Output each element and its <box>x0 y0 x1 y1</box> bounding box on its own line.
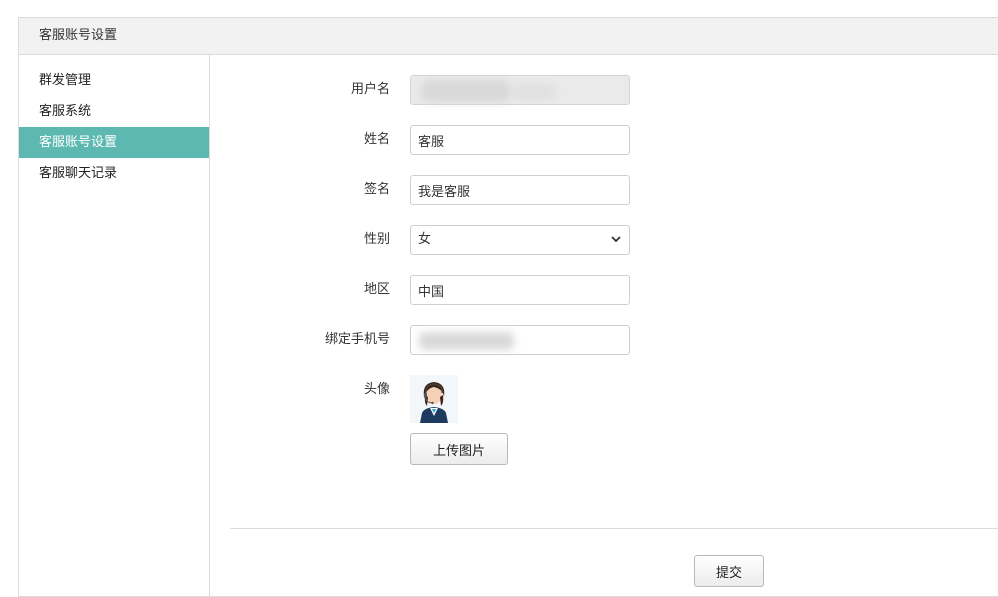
username-redaction <box>421 80 511 102</box>
sidebar: 群发管理 客服系统 客服账号设置 客服聊天记录 <box>19 55 210 596</box>
region-label: 地区 <box>363 282 390 297</box>
avatar-image <box>410 375 458 423</box>
settings-panel: 客服账号设置 群发管理 客服系统 客服账号设置 客服聊天记录 用户名 姓名 签名… <box>18 17 998 597</box>
region-input[interactable] <box>410 275 630 305</box>
form-divider <box>230 528 998 529</box>
sidebar-item-chat-history[interactable]: 客服聊天记录 <box>19 158 209 189</box>
signature-row: 签名 <box>210 175 998 205</box>
top-strip <box>0 0 998 17</box>
gender-select[interactable]: 女 <box>410 225 630 255</box>
region-row: 地区 <box>210 275 998 305</box>
panel-title: 客服账号设置 <box>19 18 998 55</box>
username-row: 用户名 <box>210 75 998 105</box>
submit-button[interactable]: 提交 <box>694 555 764 587</box>
gender-label: 性别 <box>363 232 390 247</box>
name-input[interactable] <box>410 125 630 155</box>
sidebar-item-mass-message[interactable]: 群发管理 <box>19 65 209 96</box>
avatar-row: 头像 上传图片 <box>210 375 998 485</box>
upload-image-button[interactable]: 上传图片 <box>410 433 508 465</box>
phone-label: 绑定手机号 <box>324 332 390 347</box>
name-label: 姓名 <box>363 132 390 147</box>
username-label: 用户名 <box>350 82 390 97</box>
sidebar-item-service-system[interactable]: 客服系统 <box>19 96 209 127</box>
phone-input[interactable] <box>410 325 630 355</box>
username-redaction-tail <box>511 84 556 100</box>
signature-label: 签名 <box>363 182 390 197</box>
sidebar-item-account-settings[interactable]: 客服账号设置 <box>19 127 209 158</box>
phone-redaction <box>419 332 514 350</box>
avatar-label: 头像 <box>363 382 390 397</box>
phone-row: 绑定手机号 <box>210 325 998 355</box>
username-field <box>410 75 630 105</box>
gender-row: 性别 女 <box>210 225 998 255</box>
customer-service-avatar-icon <box>410 375 458 423</box>
name-row: 姓名 <box>210 125 998 155</box>
main-form: 用户名 姓名 签名 性别 女 地区 <box>210 55 998 596</box>
signature-input[interactable] <box>410 175 630 205</box>
